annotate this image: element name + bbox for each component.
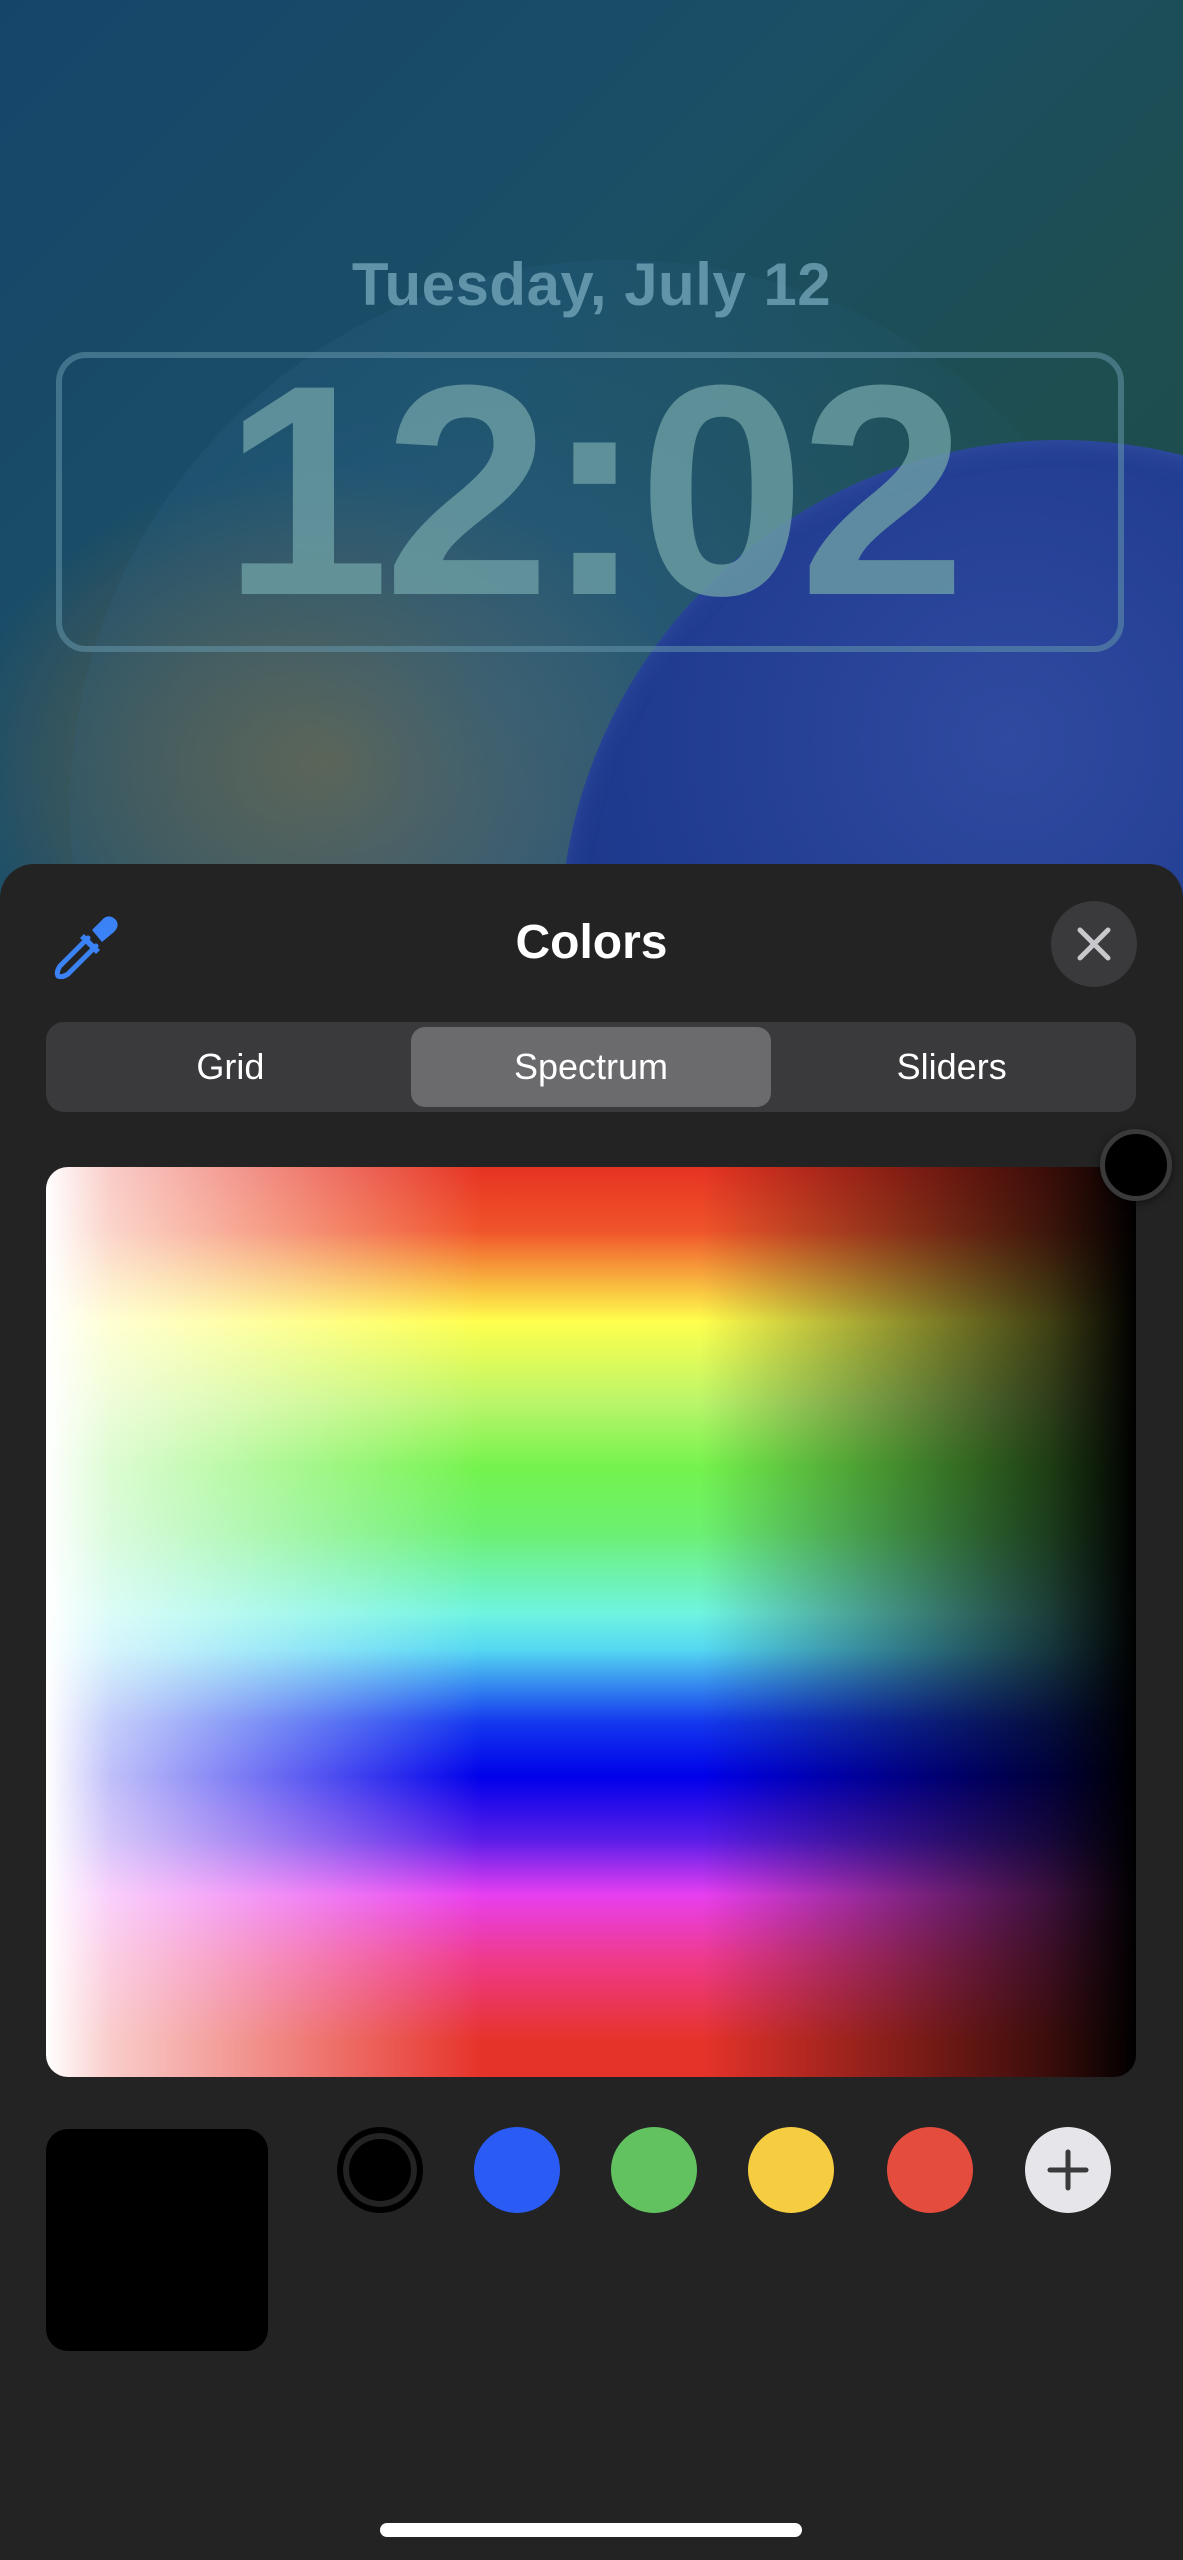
spectrum-selection-knob[interactable] bbox=[1100, 1129, 1172, 1201]
home-indicator[interactable] bbox=[380, 2523, 802, 2537]
swatch-black[interactable] bbox=[337, 2127, 423, 2213]
lockscreen-time[interactable]: 12:02 bbox=[0, 340, 1183, 640]
swatch-blue[interactable] bbox=[474, 2127, 560, 2213]
swatch-red[interactable] bbox=[887, 2127, 973, 2213]
close-icon bbox=[1077, 927, 1111, 961]
add-color-button[interactable] bbox=[1025, 2127, 1111, 2213]
plus-icon bbox=[1047, 2149, 1089, 2191]
close-button[interactable] bbox=[1051, 901, 1137, 987]
tab-sliders[interactable]: Sliders bbox=[771, 1027, 1132, 1107]
tab-grid[interactable]: Grid bbox=[50, 1027, 411, 1107]
tab-spectrum[interactable]: Spectrum bbox=[410, 1027, 772, 1107]
lockscreen-wallpaper: Tuesday, July 12 12:02 bbox=[0, 0, 1183, 900]
sheet-title: Colors bbox=[515, 916, 668, 969]
swatch-yellow[interactable] bbox=[748, 2127, 834, 2213]
swatch-green[interactable] bbox=[611, 2127, 697, 2213]
color-spectrum[interactable] bbox=[46, 1167, 1136, 2077]
current-color-swatch bbox=[46, 2129, 268, 2351]
picker-mode-segmented-control: Grid Spectrum Sliders bbox=[46, 1022, 1136, 1112]
lockscreen-date[interactable]: Tuesday, July 12 bbox=[0, 250, 1183, 319]
